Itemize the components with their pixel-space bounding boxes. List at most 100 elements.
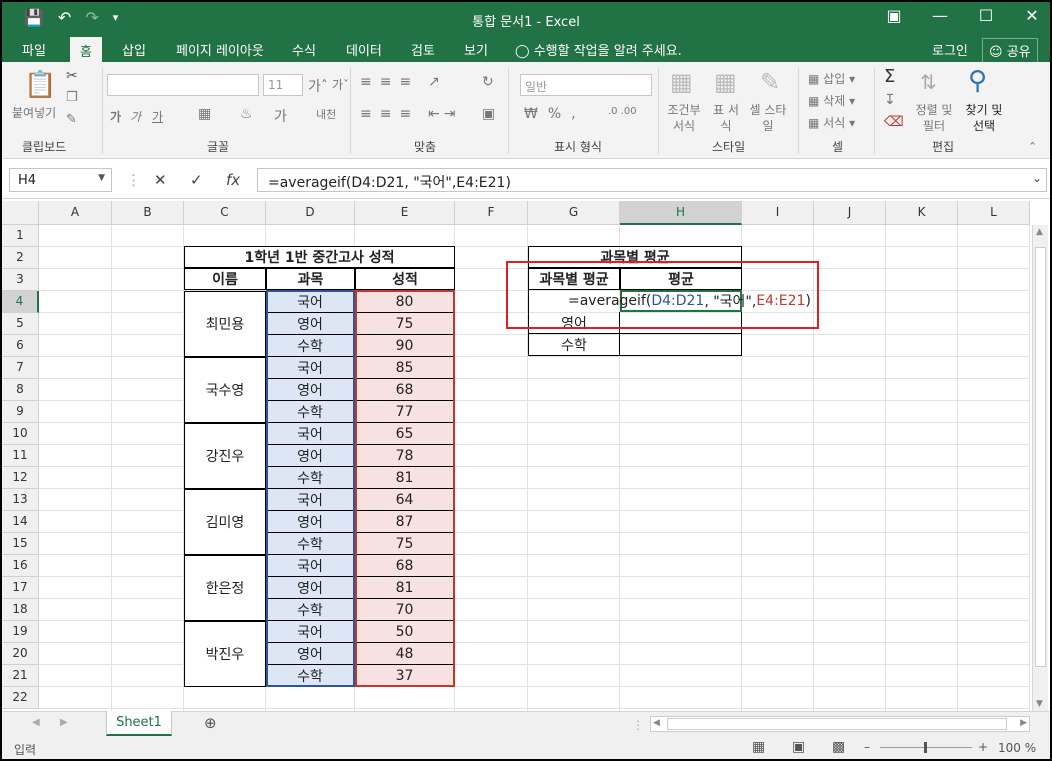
next-sheet-icon[interactable]: ▶ [60, 717, 68, 728]
column-header-i[interactable]: I [742, 201, 814, 225]
cancel-icon[interactable]: ✕ [154, 171, 167, 189]
row-header-21[interactable]: 21 [2, 665, 39, 687]
delete-cells-button[interactable]: ▦ 삭제 ▾ [808, 92, 855, 109]
tab-data[interactable]: 데이터 [346, 40, 382, 59]
zoom-out-icon[interactable]: – [864, 740, 870, 754]
underline-button[interactable]: 가 [152, 108, 163, 125]
zoom-level[interactable]: 100 % [998, 741, 1036, 755]
row-header-1[interactable]: 1 [2, 225, 39, 247]
row-header-9[interactable]: 9 [2, 401, 39, 423]
column-header-k[interactable]: K [886, 201, 958, 225]
row-header-15[interactable]: 15 [2, 533, 39, 555]
fill-icon[interactable]: ↧ [884, 92, 896, 108]
row-header-16[interactable]: 16 [2, 555, 39, 577]
prev-sheet-icon[interactable]: ◀ [32, 717, 40, 728]
student-name-cell[interactable]: 한은정 [184, 555, 266, 621]
autosum-icon[interactable]: Σ [884, 66, 895, 87]
enter-icon[interactable]: ✓ [190, 171, 203, 189]
row-header-18[interactable]: 18 [2, 599, 39, 621]
font-name-combo[interactable] [107, 74, 259, 96]
tab-review[interactable]: 검토 [411, 40, 435, 59]
row-header-7[interactable]: 7 [2, 357, 39, 379]
cell-styles-icon[interactable]: ✎ [760, 68, 780, 96]
horizontal-align-icons[interactable]: ≡≡≡ [360, 106, 419, 122]
collapse-ribbon-icon[interactable]: ⌃ [1028, 140, 1037, 153]
paste-icon[interactable]: 📋 [24, 70, 56, 100]
row-header-12[interactable]: 12 [2, 467, 39, 489]
vertical-align-icons[interactable]: ≡≡≡ [360, 74, 419, 90]
copy-icon[interactable]: ❐ [66, 90, 78, 105]
sheet-tab-sheet1[interactable]: Sheet1 [106, 711, 172, 736]
format-as-table-button[interactable]: 표 서식 [708, 102, 744, 134]
page-layout-view-icon[interactable]: ▣ [792, 739, 805, 755]
clear-icon[interactable]: ⌫ [884, 114, 904, 130]
tell-me-search[interactable]: ◯ 수행할 작업을 알려 주세요. [515, 40, 682, 59]
borders-icon[interactable]: ▦ [198, 106, 211, 122]
fill-color-icon[interactable]: ♨ [240, 106, 253, 122]
column-header-b[interactable]: B [112, 201, 184, 225]
insert-cells-button[interactable]: ▦ 삽입 ▾ [808, 70, 855, 87]
increase-font-icon[interactable]: 가ˆ [308, 76, 328, 96]
cell-g6[interactable]: 수학 [528, 334, 620, 356]
sign-in-link[interactable]: 로그인 [932, 40, 968, 59]
scroll-left-icon[interactable]: ◀ [653, 718, 660, 728]
select-all-corner[interactable] [2, 201, 39, 225]
column-header-d[interactable]: D [266, 201, 355, 225]
vertical-scrollbar[interactable]: ▲ ▼ [1032, 225, 1048, 711]
number-format-combo[interactable]: 일반 [520, 74, 652, 96]
maximize-icon[interactable]: ☐ [978, 6, 994, 25]
column-header-h[interactable]: H [620, 201, 742, 225]
column-header-f[interactable]: F [455, 201, 528, 225]
format-as-table-icon[interactable]: ▦ [714, 68, 737, 96]
tab-page-layout[interactable]: 페이지 레이아웃 [176, 40, 264, 59]
horizontal-scrollbar[interactable]: ◀ ▶ [650, 716, 1030, 732]
formula-input[interactable]: =averageif(D4:D21, "국어",E4:E21) [257, 168, 1047, 192]
student-name-cell[interactable]: 김미영 [184, 489, 266, 555]
sort-filter-button[interactable]: 정렬 및 필터 [914, 102, 954, 134]
row-header-13[interactable]: 13 [2, 489, 39, 511]
vertical-scroll-thumb[interactable] [1035, 247, 1046, 667]
column-header-a[interactable]: A [39, 201, 112, 225]
column-header-c[interactable]: C [184, 201, 266, 225]
conditional-format-icon[interactable]: ▦ [670, 68, 693, 96]
cell-h6[interactable] [620, 334, 742, 356]
paste-button[interactable]: 붙여넣기 [12, 104, 56, 121]
format-painter-icon[interactable]: ✎ [66, 112, 77, 127]
italic-button[interactable]: 가 [130, 108, 141, 125]
conditional-format-button[interactable]: 조건부 서식 [664, 102, 704, 134]
zoom-in-icon[interactable]: + [978, 740, 988, 754]
chevron-down-icon[interactable]: ▼ [98, 173, 105, 183]
row-header-11[interactable]: 11 [2, 445, 39, 467]
student-name-cell[interactable]: 박진우 [184, 621, 266, 687]
phonetic-icon[interactable]: 내천 [316, 106, 336, 122]
name-box[interactable]: H4 ▼ [9, 168, 112, 192]
share-button[interactable]: ☺ 공유 [982, 38, 1038, 63]
minimize-icon[interactable]: — [932, 6, 948, 25]
find-select-icon[interactable]: ⚲ [968, 66, 987, 96]
close-icon[interactable]: ✕ [1024, 6, 1040, 25]
tab-split-handle[interactable]: ⋮ [632, 718, 644, 732]
format-cells-button[interactable]: ▦ 서식 ▾ [808, 114, 855, 131]
sort-filter-icon[interactable]: ⇅ [920, 70, 937, 94]
tab-view[interactable]: 보기 [464, 40, 488, 59]
cut-icon[interactable]: ✂ [66, 68, 78, 84]
tab-home[interactable]: 홈 [70, 37, 102, 62]
tab-formulas[interactable]: 수식 [292, 40, 316, 59]
expand-formula-bar-icon[interactable]: ⌄ [1032, 171, 1042, 185]
number-format-icons[interactable]: ₩%, [524, 106, 586, 122]
row-header-20[interactable]: 20 [2, 643, 39, 665]
row-header-19[interactable]: 19 [2, 621, 39, 643]
decrease-font-icon[interactable]: 가ˇ [332, 76, 349, 93]
zoom-slider-thumb[interactable] [924, 742, 927, 753]
bold-button[interactable]: 가 [110, 108, 121, 125]
font-size-combo[interactable]: 11 [263, 74, 303, 96]
scroll-up-icon[interactable]: ▲ [1036, 227, 1043, 237]
row-header-4[interactable]: 4 [2, 291, 39, 313]
row-header-14[interactable]: 14 [2, 511, 39, 533]
tab-file[interactable]: 파일 [22, 40, 46, 59]
spreadsheet-grid[interactable]: ABCDEFGHIJKL 1 2 3 4 5 6 7 8 9 10 11 12 13 14 15 16 17 18… [2, 201, 1050, 711]
ribbon-display-options-icon[interactable]: ▣ [886, 6, 902, 25]
merge-center-icon[interactable]: ▣ [482, 106, 495, 122]
row-header-2[interactable]: 2 [2, 247, 39, 269]
row-header-5[interactable]: 5 [2, 313, 39, 335]
